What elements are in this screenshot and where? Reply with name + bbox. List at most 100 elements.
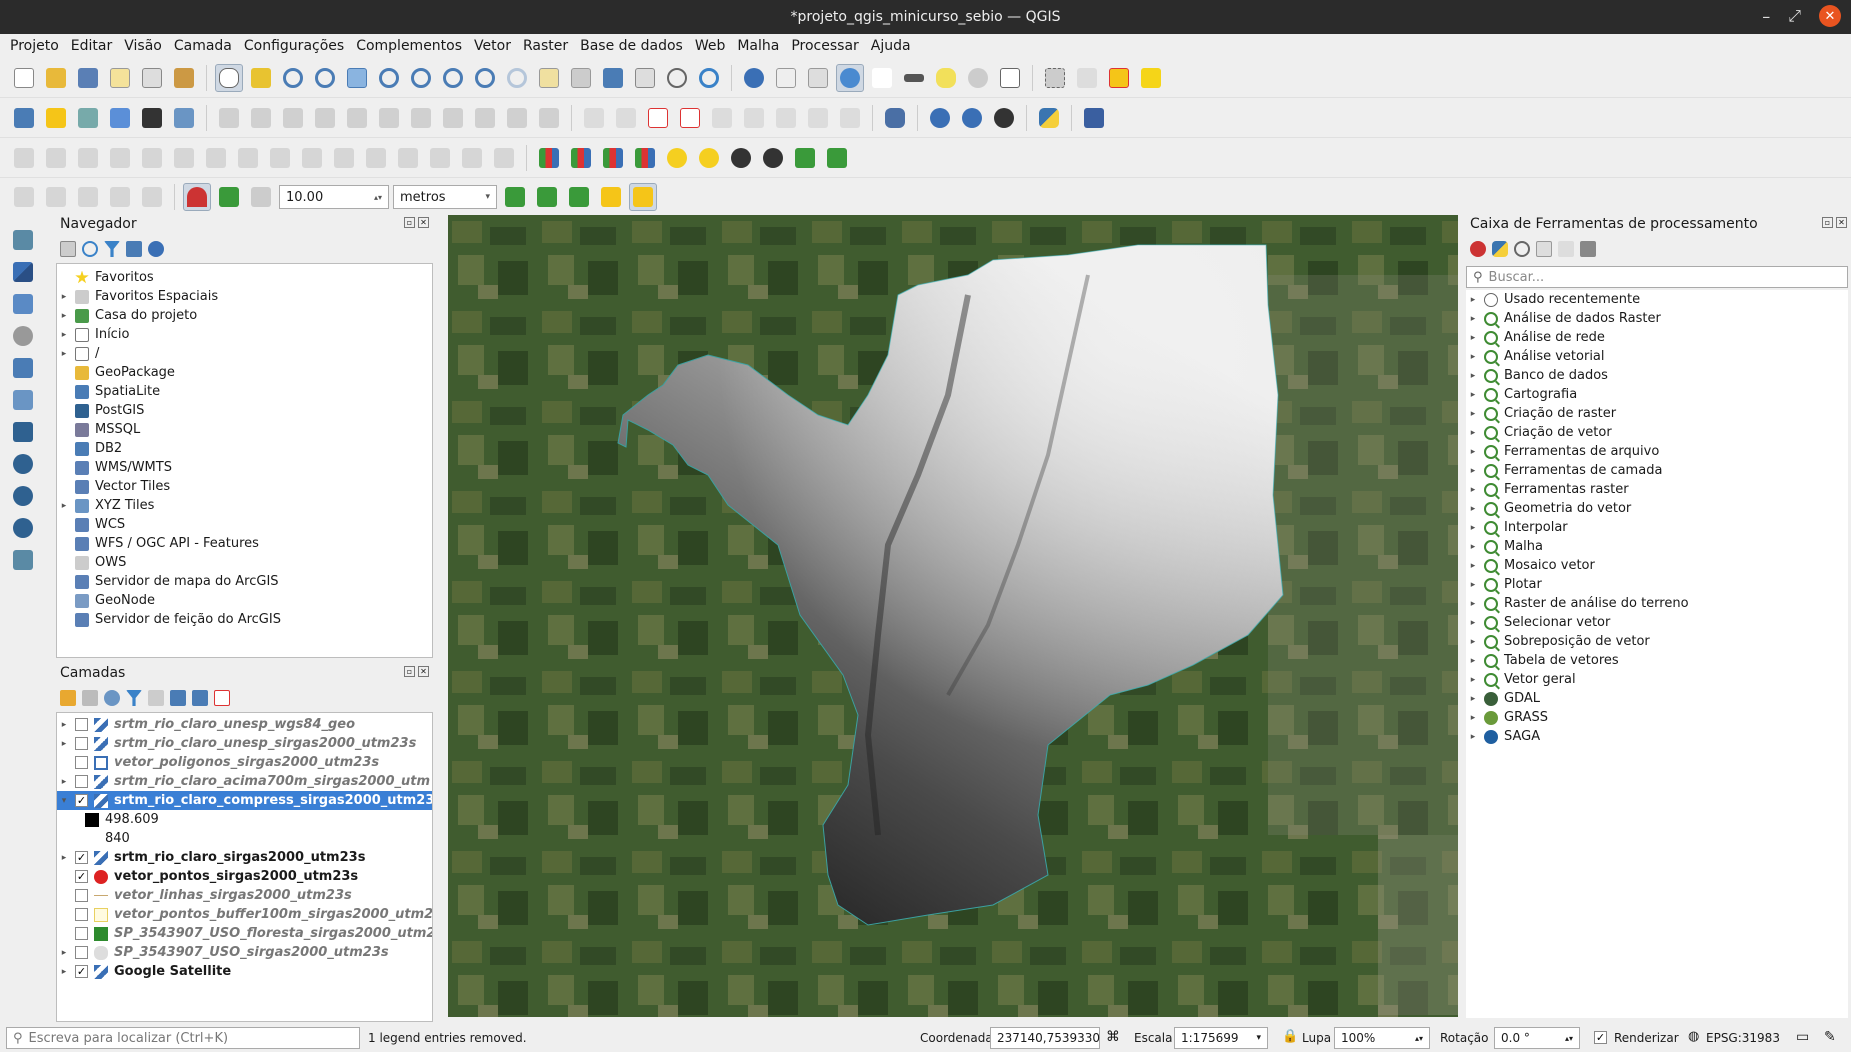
openlayers-icon[interactable] [990, 104, 1018, 132]
legend-entry[interactable]: 498.609 [57, 810, 432, 829]
toolbox-group[interactable]: ▸ Mosaico vetor [1466, 556, 1848, 575]
redo-icon[interactable] [535, 104, 563, 132]
digitize-line-icon[interactable] [42, 183, 70, 211]
select-by-value-icon[interactable] [1073, 64, 1101, 92]
crs-button[interactable]: EPSG:31983 [1706, 1031, 1780, 1045]
add-wcs-icon[interactable] [9, 482, 37, 510]
new-map-view-icon[interactable] [535, 64, 563, 92]
add-mesh-layer-icon[interactable] [9, 290, 37, 318]
expand-arrow-icon[interactable]: ▸ [1466, 466, 1480, 476]
toolbox-group[interactable]: ▸ Malha [1466, 537, 1848, 556]
maximize-button[interactable]: ⤢ [1788, 6, 1801, 26]
browser-item[interactable]: GeoPackage [57, 363, 432, 382]
toolbox-group[interactable]: ▸ Análise vetorial [1466, 347, 1848, 366]
expand-arrow-icon[interactable]: ▸ [1466, 732, 1480, 742]
align-icon[interactable] [458, 144, 486, 172]
label-toolbar-icon[interactable] [580, 104, 608, 132]
decrease-gamma-icon[interactable] [823, 144, 851, 172]
increase-brightness-icon[interactable] [663, 144, 691, 172]
python-console-icon[interactable] [1035, 104, 1063, 132]
toolbox-group[interactable]: ▸ Análise de rede [1466, 328, 1848, 347]
browser-item[interactable]: ▸ / [57, 344, 432, 363]
extents-toggle-icon[interactable]: ⌘ [1106, 1029, 1120, 1045]
toolbox-group[interactable]: ▸ Plotar [1466, 575, 1848, 594]
float-panel-icon[interactable]: ▫ [1822, 217, 1833, 228]
pan-icon[interactable] [215, 63, 243, 92]
expand-arrow-icon[interactable]: ▸ [1466, 447, 1480, 457]
show-hide-labels-icon[interactable] [740, 104, 768, 132]
new-shapefile-layer-icon[interactable] [74, 104, 102, 132]
split-parts-icon[interactable] [266, 144, 294, 172]
metasearch-icon[interactable] [926, 104, 954, 132]
toolbox-group[interactable]: ▸ Geometria do vetor [1466, 499, 1848, 518]
layer-visibility-checkbox[interactable]: ✓ [75, 870, 88, 883]
copy-features-icon[interactable] [439, 104, 467, 132]
filter-icon[interactable] [104, 241, 120, 257]
add-group-icon[interactable] [82, 690, 98, 706]
expand-arrow-icon[interactable]: ▸ [1466, 428, 1480, 438]
temporal-controller-icon[interactable] [663, 64, 691, 92]
raster-local-icon[interactable] [599, 144, 627, 172]
models-icon[interactable] [1470, 241, 1486, 257]
menu-visao[interactable]: Visão [118, 38, 168, 54]
remove-layer-icon[interactable] [214, 690, 230, 706]
lock-scale-icon[interactable]: 🔒 [1282, 1029, 1298, 1044]
coordinate-field[interactable]: 237140,7539330 [990, 1027, 1100, 1049]
show-bookmarks-icon[interactable] [631, 64, 659, 92]
toggle-editing-icon[interactable] [247, 104, 275, 132]
layer-row[interactable]: ▸ srtm_rio_claro_acima700m_sirgas2000_utm [57, 772, 432, 791]
toolbox-group[interactable]: ▸ Ferramentas de camada [1466, 461, 1848, 480]
toolbox-search-input[interactable]: ⚲ Buscar... [1466, 266, 1848, 288]
toolbox-group[interactable]: ▸ Banco de dados [1466, 366, 1848, 385]
menu-raster[interactable]: Raster [517, 38, 574, 54]
menu-editar[interactable]: Editar [65, 38, 118, 54]
db-manager-icon[interactable] [881, 104, 909, 132]
delete-part-icon[interactable] [138, 144, 166, 172]
expand-arrow-icon[interactable]: ▸ [1466, 561, 1480, 571]
layer-visibility-checkbox[interactable]: ✓ [75, 851, 88, 864]
filter-legend-icon[interactable] [126, 690, 142, 706]
snapping-tolerance-input[interactable]: 10.00 ▴▾ [279, 185, 389, 209]
layer-visibility-checkbox[interactable] [75, 737, 88, 750]
options-icon[interactable] [1580, 241, 1596, 257]
add-virtual-layer-icon[interactable] [9, 386, 37, 414]
add-spatialite-icon[interactable] [9, 354, 37, 382]
browser-item[interactable]: SpatiaLite [57, 382, 432, 401]
layout-manager-icon[interactable] [138, 64, 166, 92]
label-diagram-icon[interactable] [612, 104, 640, 132]
expand-arrow-icon[interactable]: ▸ [1466, 713, 1480, 723]
toolbox-group[interactable]: ▸ Criação de vetor [1466, 423, 1848, 442]
layer-labeling-icon[interactable] [644, 104, 672, 132]
manage-themes-icon[interactable] [104, 690, 120, 706]
increase-gamma-icon[interactable] [791, 144, 819, 172]
toolbox-group[interactable]: ▸ Cartografia [1466, 385, 1848, 404]
expand-arrow-icon[interactable]: ▸ [1466, 599, 1480, 609]
layer-row[interactable]: ▾ ✓ srtm_rio_claro_compress_sirgas2000_utm… [57, 791, 432, 810]
collapse-all-icon[interactable] [126, 241, 142, 257]
fill-ring-icon[interactable] [74, 144, 102, 172]
browser-item[interactable]: WCS [57, 515, 432, 534]
browser-item[interactable]: Vector Tiles [57, 477, 432, 496]
close-panel-icon[interactable]: ✕ [418, 666, 429, 677]
add-ring-icon[interactable] [10, 144, 38, 172]
add-wfs-icon[interactable] [9, 514, 37, 542]
identify-icon[interactable] [740, 64, 768, 92]
expand-arrow-icon[interactable]: ▸ [57, 948, 71, 958]
expand-arrow-icon[interactable]: ▸ [1466, 314, 1480, 324]
decrease-contrast-icon[interactable] [759, 144, 787, 172]
digitize-circle-icon[interactable] [106, 183, 134, 211]
toolbox-group[interactable]: ▸ Sobreposição de vetor [1466, 632, 1848, 651]
browser-item[interactable]: Servidor de mapa do ArcGIS [57, 572, 432, 591]
select-features-icon[interactable] [1041, 64, 1069, 92]
toolbox-group[interactable]: ▸ Criação de raster [1466, 404, 1848, 423]
scripts-icon[interactable] [1492, 241, 1508, 257]
locator-input[interactable]: ⚲ Escreva para localizar (Ctrl+K) [6, 1027, 360, 1049]
split-features-icon[interactable] [234, 144, 262, 172]
toolbox-group[interactable]: ▸ Interpolar [1466, 518, 1848, 537]
rotation-spinbox[interactable]: 0.0 ° ▴▾ [1494, 1027, 1580, 1049]
map-canvas[interactable] [448, 215, 1458, 1017]
move-feature-icon[interactable] [426, 144, 454, 172]
change-label-icon[interactable] [836, 104, 864, 132]
styling-panel-icon[interactable] [60, 690, 76, 706]
select-location-icon[interactable] [1137, 64, 1165, 92]
